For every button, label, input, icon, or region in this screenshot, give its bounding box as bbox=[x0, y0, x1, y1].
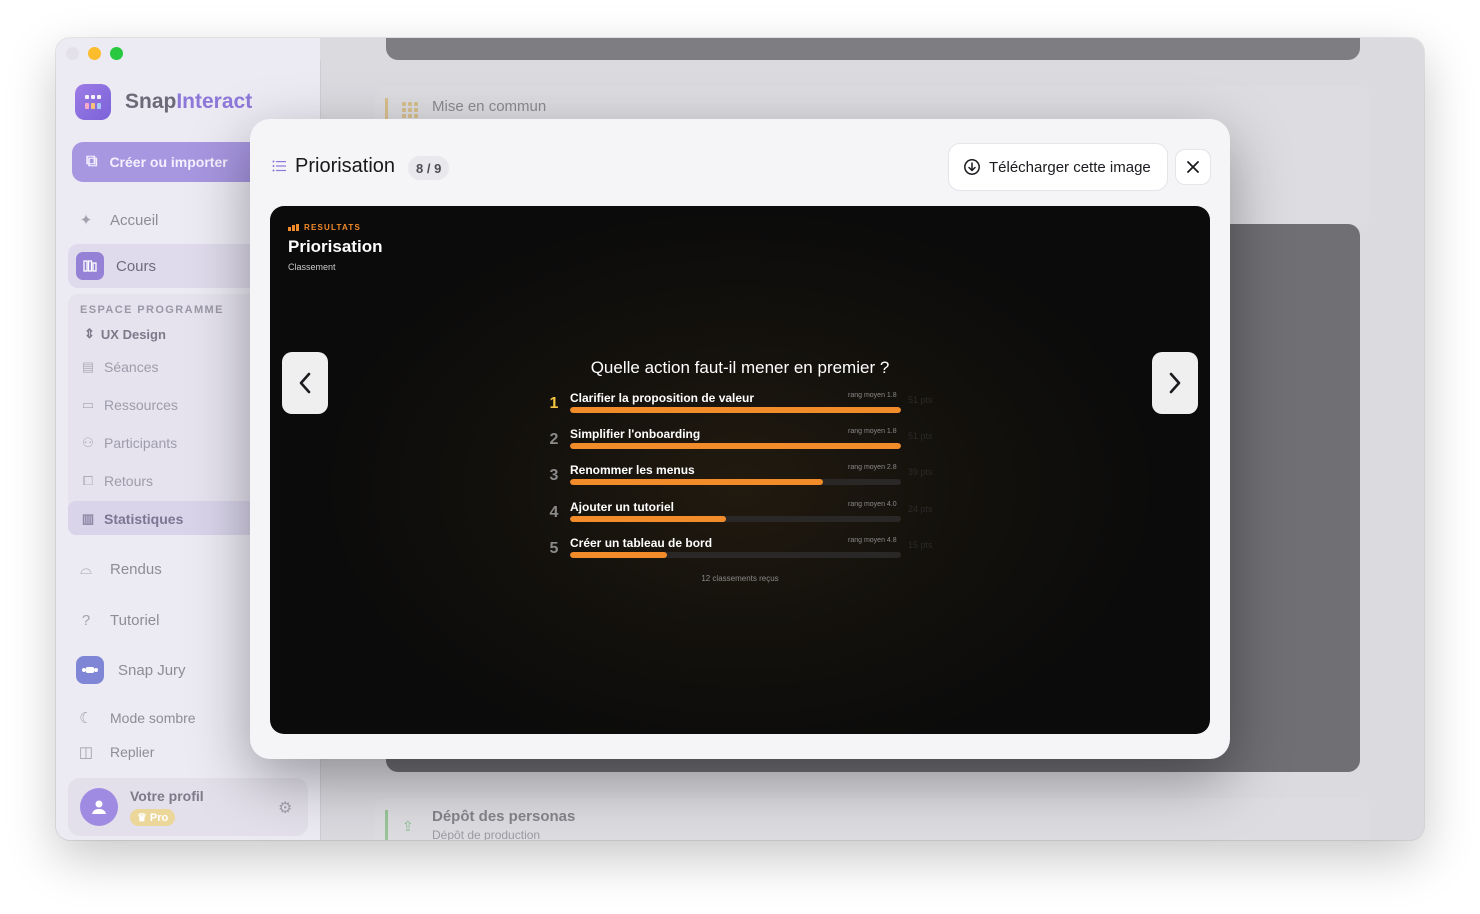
chevron-right-icon bbox=[1169, 372, 1181, 394]
rank-label: Créer un tableau de bord bbox=[570, 535, 713, 550]
rank-bar-fill bbox=[570, 443, 901, 450]
ranking-row: 1 Clarifier la proposition de valeur rang … bbox=[548, 391, 938, 423]
rank-bar-fill bbox=[570, 407, 901, 413]
sidebar-item-retours[interactable]: ⧠ Retours bbox=[80, 473, 153, 489]
results-tag: RESULTATS bbox=[288, 223, 361, 232]
rank-bar-track bbox=[570, 479, 901, 486]
rank-bar-track bbox=[570, 515, 901, 522]
inbox-icon: ⌓ bbox=[80, 560, 92, 578]
slide-title: Priorisation bbox=[288, 237, 383, 256]
rank-number: 4 bbox=[549, 503, 559, 521]
slide-counter: 8 / 9 bbox=[408, 156, 450, 180]
sidebar-item-ressources[interactable]: ▭ Ressources bbox=[80, 397, 178, 413]
rank-label: Simplifier l'onboarding bbox=[570, 427, 701, 442]
rank-bar-track bbox=[570, 443, 901, 450]
rank-average: rang moyen 4.8 bbox=[848, 536, 897, 544]
rank-bar-fill bbox=[570, 479, 824, 486]
bar-chart-icon: ▥ bbox=[81, 511, 95, 526]
ranking-row: 3 Renommer les menus rang moyen 2.8 39 pts bbox=[548, 463, 938, 495]
window-controls bbox=[66, 47, 123, 60]
calendar-icon: ▤ bbox=[81, 359, 95, 374]
rank-points: 39 pts bbox=[908, 467, 933, 478]
stack-icon: ⧉ bbox=[86, 153, 98, 170]
ranking-row: 2 Simplifier l'onboarding rang moyen 1.8 51… bbox=[548, 427, 938, 459]
collapse-sidebar-button[interactable]: ◫ Replier bbox=[76, 742, 154, 762]
sparkle-icon: ✦ bbox=[79, 212, 93, 229]
close-icon bbox=[1187, 161, 1199, 173]
users-icon: ⚇ bbox=[82, 435, 94, 450]
library-icon bbox=[76, 252, 104, 280]
zoom-window-button[interactable] bbox=[110, 47, 123, 60]
next-slide-button[interactable] bbox=[1152, 352, 1198, 414]
minimize-window-button[interactable] bbox=[88, 47, 101, 60]
rank-average: rang moyen 1.8 bbox=[848, 428, 897, 436]
pro-badge: ♛ Pro bbox=[130, 809, 176, 826]
image-viewer-modal: Priorisation 8 / 9 Télécharger cette ima… bbox=[250, 119, 1230, 759]
download-image-button[interactable]: Télécharger cette image bbox=[948, 143, 1168, 191]
sidebar-item-statistiques[interactable]: ▥ Statistiques bbox=[80, 511, 184, 527]
rank-bar-fill bbox=[570, 515, 726, 522]
ranking-row: 4 Ajouter un tutoriel rang moyen 4.0 24 pts bbox=[548, 500, 938, 532]
list-icon bbox=[272, 160, 286, 172]
program-selector[interactable]: ⇕ UX Design bbox=[84, 326, 166, 342]
sidebar-item-participants[interactable]: ⚇ Participants bbox=[80, 435, 177, 451]
rank-average: rang moyen 1.8 bbox=[848, 392, 897, 399]
profile-name: Votre profil bbox=[130, 788, 204, 804]
rank-average: rang moyen 2.8 bbox=[848, 464, 897, 472]
help-icon: ? bbox=[81, 611, 91, 629]
chevron-left-icon bbox=[299, 372, 311, 394]
sidebar-item-seances[interactable]: ▤ Séances bbox=[80, 359, 159, 375]
sidebar-item-home[interactable]: ✦ Accueil bbox=[76, 210, 159, 230]
sidebar-item-tutoriel[interactable]: ? Tutoriel bbox=[76, 610, 160, 630]
sidebar-item-rendus[interactable]: ⌓ Rendus bbox=[76, 559, 162, 579]
rank-average: rang moyen 4.0 bbox=[848, 500, 897, 508]
profile-card[interactable]: Votre profil ♛ Pro ⚙ bbox=[68, 778, 308, 836]
dark-mode-toggle[interactable]: ☾ Mode sombre bbox=[76, 708, 195, 728]
rank-points: 24 pts bbox=[908, 503, 933, 514]
rank-points: 15 pts bbox=[908, 539, 933, 550]
slide-subtitle: Classement bbox=[288, 262, 336, 272]
results-slide: RESULTATS Priorisation Classement Quelle… bbox=[270, 206, 1210, 734]
rank-bar-track bbox=[570, 551, 901, 558]
rank-number: 3 bbox=[549, 467, 559, 485]
brand-logo-icon bbox=[75, 84, 111, 120]
rank-number: 5 bbox=[549, 539, 559, 557]
slide-question: Quelle action faut-il mener en premier ? bbox=[590, 358, 890, 377]
rank-label: Renommer les menus bbox=[570, 463, 695, 478]
rank-label: Clarifier la proposition de valeur bbox=[570, 391, 755, 405]
rank-number: 1 bbox=[549, 395, 559, 412]
responses-count: 12 classements reçus bbox=[701, 574, 779, 583]
brand-name: SnapInteract bbox=[125, 90, 253, 113]
sidebar-item-snap-jury[interactable]: Snap Jury bbox=[76, 656, 186, 684]
bar-chart-icon bbox=[288, 224, 299, 231]
ranking-row: 5 Créer un tableau de bord rang moyen 4.8 1… bbox=[548, 536, 938, 568]
modal-title: Priorisation bbox=[295, 155, 396, 177]
download-icon bbox=[964, 159, 980, 175]
previous-slide-button[interactable] bbox=[282, 352, 328, 414]
brand[interactable]: SnapInteract bbox=[75, 84, 252, 120]
sidebar-icon: ◫ bbox=[78, 744, 94, 761]
close-modal-button[interactable] bbox=[1175, 149, 1211, 185]
crown-icon: ♛ bbox=[137, 812, 147, 824]
feedback-icon: ⧠ bbox=[82, 473, 94, 488]
moon-icon: ☾ bbox=[79, 710, 93, 727]
folder-icon: ▭ bbox=[81, 397, 95, 412]
gear-icon[interactable]: ⚙ bbox=[278, 798, 292, 818]
rank-points: 51 pts bbox=[908, 395, 933, 405]
rank-points: 51 pts bbox=[908, 431, 933, 442]
rank-number: 2 bbox=[549, 431, 559, 449]
program-heading: ESPACE PROGRAMME bbox=[80, 304, 224, 316]
avatar bbox=[80, 788, 118, 826]
close-window-button[interactable] bbox=[66, 47, 79, 60]
jury-icon bbox=[76, 656, 104, 684]
chevron-updown-icon: ⇕ bbox=[84, 326, 95, 341]
rank-bar-fill bbox=[570, 551, 668, 558]
rank-bar-track bbox=[570, 407, 901, 413]
rank-label: Ajouter un tutoriel bbox=[570, 499, 674, 514]
